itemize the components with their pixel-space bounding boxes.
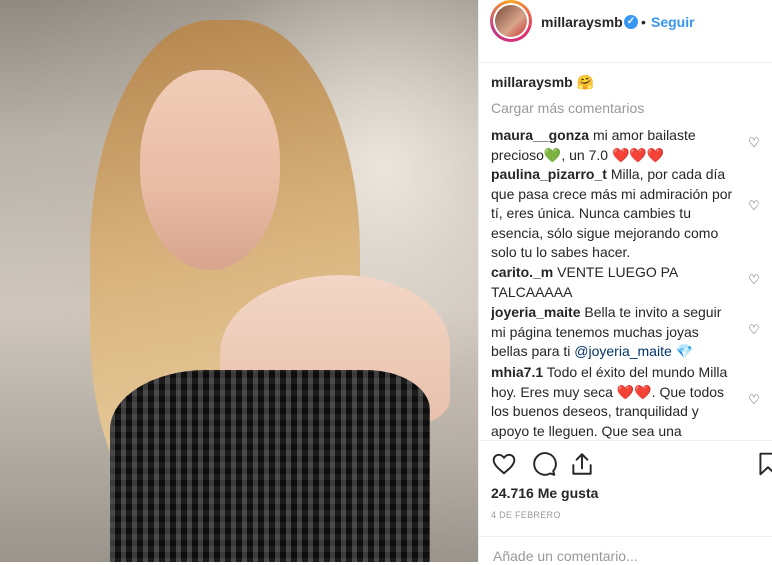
comment-username[interactable]: paulina_pizarro_t bbox=[491, 166, 607, 182]
gem-icon: 💎 bbox=[675, 343, 694, 359]
follow-button[interactable]: Seguir bbox=[651, 14, 695, 30]
share-icon[interactable] bbox=[569, 451, 595, 477]
comment-like-heart-icon[interactable]: ♡ bbox=[747, 273, 761, 287]
load-more-comments-button[interactable]: Cargar más comentarios bbox=[491, 98, 761, 124]
heart-icon[interactable] bbox=[491, 451, 517, 477]
action-bar bbox=[479, 440, 772, 485]
comment-like-heart-icon[interactable]: ♡ bbox=[747, 323, 761, 337]
comment-like-heart-icon[interactable]: ♡ bbox=[747, 199, 761, 213]
avatar[interactable] bbox=[490, 0, 532, 42]
green-heart-icon: 💚 bbox=[543, 146, 562, 163]
comment-username[interactable]: joyeria_maite bbox=[491, 304, 581, 320]
comment-like-heart-icon[interactable]: ♡ bbox=[747, 393, 761, 407]
bookmark-icon[interactable] bbox=[755, 451, 772, 477]
comment-icon[interactable] bbox=[531, 451, 557, 477]
post-photo[interactable] bbox=[0, 0, 478, 562]
avatar-image bbox=[495, 5, 527, 37]
photo-face bbox=[140, 70, 280, 270]
comments-list[interactable]: millaraysmb 🤗 Cargar más comentarios mau… bbox=[491, 72, 761, 440]
comment-username[interactable]: mhia7.1 bbox=[491, 364, 543, 380]
separator-dot: • bbox=[641, 14, 646, 30]
likes-count[interactable]: 24.716 Me gusta bbox=[491, 485, 598, 501]
caption: millaraysmb 🤗 bbox=[491, 72, 761, 98]
comment-item: carito._m VENTE LUEGO PA TALCAAAAA ♡ bbox=[491, 263, 761, 303]
comment-text: , un 7.0 bbox=[561, 146, 612, 163]
hug-emoji-icon: 🤗 bbox=[576, 74, 595, 90]
photo-dress bbox=[110, 370, 430, 562]
comment-item: paulina_pizarro_t Milla, por cada día qu… bbox=[491, 165, 761, 263]
red-hearts-icon: ❤️❤️ bbox=[616, 383, 652, 400]
comment-mention-link[interactable]: @joyeria_maite bbox=[574, 343, 671, 359]
header-username[interactable]: millaraysmb bbox=[541, 14, 623, 30]
comment-username[interactable]: carito._m bbox=[491, 264, 553, 280]
comment-item: maura__gonza mi amor bailaste precioso💚,… bbox=[491, 126, 761, 165]
add-comment-bar bbox=[479, 536, 772, 565]
post-date: 4 DE FEBRERO bbox=[491, 510, 561, 520]
comment-item: joyeria_maite Bella te invito a seguir m… bbox=[491, 303, 761, 363]
caption-username[interactable]: millaraysmb bbox=[491, 74, 573, 90]
post-side-panel: millaraysmb ✓ • Seguir millaraysmb 🤗 Car… bbox=[478, 0, 772, 565]
add-comment-input[interactable] bbox=[491, 547, 755, 565]
comment-item: mhia7.1 Todo el éxito del mundo Milla ho… bbox=[491, 363, 761, 440]
comment-username[interactable]: maura__gonza bbox=[491, 127, 589, 143]
verified-icon: ✓ bbox=[624, 15, 638, 29]
comment-like-heart-icon[interactable]: ♡ bbox=[747, 136, 761, 150]
post-header: millaraysmb ✓ • Seguir bbox=[479, 0, 772, 63]
red-hearts-icon: ❤️❤️❤️ bbox=[611, 146, 665, 163]
